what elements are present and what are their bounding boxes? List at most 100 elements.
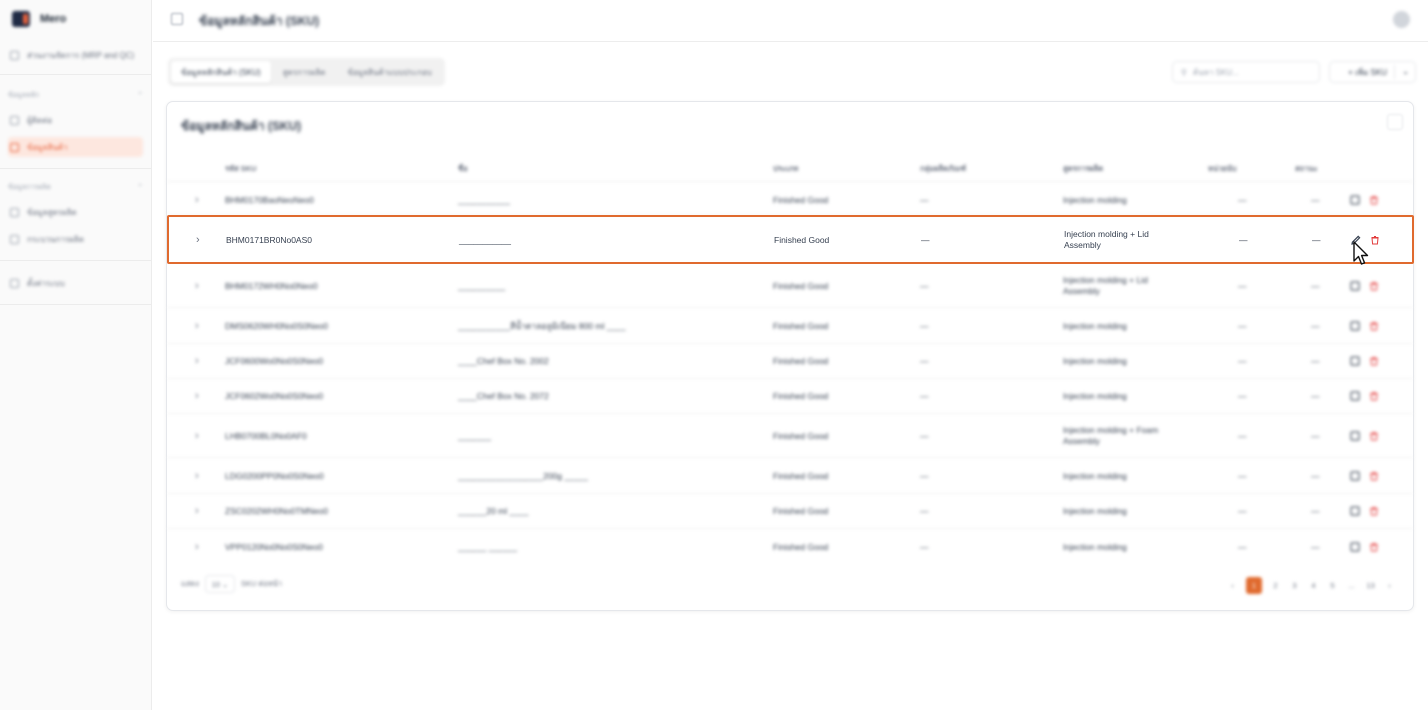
table-row[interactable]: › LDG0200PP0No0S0Neo0 __________________… <box>167 458 1413 494</box>
expand-chevron-icon[interactable]: › <box>195 390 199 402</box>
sku-code: DMS0620WH0No0S0Neo0 <box>225 320 328 331</box>
sku-name: ___________ <box>459 234 512 245</box>
table-row[interactable]: › VPP0120No0No0S0Neo0 ______ ______ Fini… <box>167 529 1413 564</box>
sidebar-toggle-icon[interactable] <box>171 13 183 25</box>
delete-icon[interactable] <box>1370 235 1380 245</box>
expand-icon[interactable] <box>1387 114 1403 130</box>
delete-icon[interactable] <box>1369 471 1379 481</box>
box-icon <box>10 142 19 152</box>
sku-code: JCF0600Wo0No0S0Neo0 <box>225 356 324 366</box>
delete-icon[interactable] <box>1369 195 1379 205</box>
tab-recipes[interactable]: สูตรการผลิต <box>273 61 336 83</box>
sku-formula: Injection molding <box>1063 320 1127 331</box>
edit-icon[interactable] <box>1350 430 1360 441</box>
expand-chevron-icon[interactable]: › <box>195 505 199 517</box>
sidebar-section-master-data[interactable]: ข้อมูลหลัก ⌃ <box>8 88 143 102</box>
sku-formula: Injection molding <box>1063 541 1127 552</box>
edit-icon[interactable] <box>1350 506 1360 516</box>
edit-icon[interactable] <box>1350 356 1360 366</box>
table-row[interactable]: › BHM0172WH0No0Neo0 __________ Finished … <box>167 264 1413 308</box>
sku-group: — <box>920 470 929 481</box>
column-header-type[interactable]: ประเภท <box>773 163 798 175</box>
sku-group: — <box>920 541 929 552</box>
delete-icon[interactable] <box>1369 391 1379 401</box>
add-sku-label: + เพิ่ม SKU <box>1348 67 1387 77</box>
table-row[interactable]: › ZSC0202WH0No0TMNeo0 ______20 ml ____ F… <box>167 494 1413 529</box>
topbar: ข้อมูลหลักสินค้า (SKU) <box>153 0 1428 42</box>
column-header-group[interactable]: กลุ่มผลิตภัณฑ์ <box>920 163 966 175</box>
expand-chevron-icon[interactable]: › <box>195 541 199 553</box>
sidebar-item-recipes[interactable]: ข้อมูลสูตรผลิต <box>8 202 143 222</box>
tab-assembly[interactable]: ข้อมูลสินค้าแบบประกอบ <box>337 61 441 83</box>
sidebar-item-contacts[interactable]: ผู้ติดต่อ <box>8 110 143 130</box>
expand-chevron-icon[interactable]: › <box>195 280 199 292</box>
page-button[interactable]: 5 <box>1327 578 1338 593</box>
page-button[interactable]: 4 <box>1308 578 1319 593</box>
sku-type: Finished Good <box>773 320 829 331</box>
expand-chevron-icon[interactable]: › <box>195 430 199 442</box>
delete-icon[interactable] <box>1369 542 1379 552</box>
expand-chevron-icon[interactable]: › <box>195 194 199 206</box>
app-logo[interactable]: Mero <box>12 11 66 27</box>
next-page-icon[interactable]: › <box>1384 578 1395 593</box>
sidebar-item-settings[interactable]: ตั้งค่าระบบ <box>8 273 143 293</box>
sidebar-item-products[interactable]: ข้อมูลสินค้า <box>8 137 143 157</box>
page-size-select[interactable]: 10 ⌄ <box>204 575 235 593</box>
column-header-name[interactable]: ชื่อ <box>458 163 468 175</box>
search-input[interactable]: ⚲ ค้นหา SKU... <box>1172 61 1320 83</box>
table-row[interactable]: › DMS0620WH0No0S0Neo0 ___________สีน้ำตา… <box>167 308 1413 344</box>
add-sku-button[interactable]: + เพิ่ม SKU ⌄ <box>1329 61 1416 83</box>
sku-type: Finished Good <box>774 234 830 245</box>
page-button[interactable]: 2 <box>1270 578 1281 593</box>
sidebar-item-label: ข้อมูลสินค้า <box>27 142 68 152</box>
tab-sku[interactable]: ข้อมูลหลักสินค้า (SKU) <box>171 61 271 83</box>
sidebar-section-production[interactable]: ข้อมูลการผลิต ⌃ <box>8 180 143 194</box>
table-row[interactable]: › LHB0700BL0No0AF0 _______ Finished Good… <box>167 414 1413 458</box>
delete-icon[interactable] <box>1369 506 1379 516</box>
expand-chevron-icon[interactable]: › <box>195 320 199 332</box>
sku-code: BHM0170BaoNeoNeo0 <box>225 194 314 205</box>
sku-name: ___________ <box>458 194 511 205</box>
table-row-selected[interactable]: › BHM0171BR0No0AS0 ___________ Finished … <box>167 215 1414 264</box>
chevron-down-icon[interactable]: ⌄ <box>1402 67 1409 76</box>
sku-type: Finished Good <box>773 506 829 516</box>
sku-code: BHM0172WH0No0Neo0 <box>225 280 318 291</box>
edit-icon[interactable] <box>1350 470 1360 481</box>
page-button[interactable]: 3 <box>1289 578 1300 593</box>
sidebar-item-overview[interactable]: ส่วนงานจัดการ (MRP and QC) <box>8 45 143 65</box>
sidebar-item-label: ข้อมูลสูตรผลิต <box>27 207 77 217</box>
delete-icon[interactable] <box>1369 431 1379 441</box>
sku-type: Finished Good <box>773 194 829 205</box>
edit-icon[interactable] <box>1350 391 1360 401</box>
expand-chevron-icon[interactable]: › <box>196 234 200 246</box>
page-ellipsis: ... <box>1348 581 1355 590</box>
sku-type: Finished Good <box>773 541 829 552</box>
page-button-current[interactable]: 1 <box>1246 577 1262 594</box>
table-row[interactable]: › BHM0170BaoNeoNeo0 ___________ Finished… <box>167 185 1413 215</box>
edit-icon[interactable] <box>1350 541 1360 552</box>
column-header-code[interactable]: รหัส SKU <box>225 163 256 175</box>
expand-chevron-icon[interactable]: › <box>195 355 199 367</box>
sidebar: Mero ส่วนงานจัดการ (MRP and QC) ข้อมูลหล… <box>0 0 152 710</box>
sku-unit: — <box>1238 506 1247 516</box>
edit-icon[interactable] <box>1350 194 1360 205</box>
delete-icon[interactable] <box>1369 281 1379 291</box>
page-button[interactable]: 13 <box>1365 578 1376 593</box>
delete-icon[interactable] <box>1369 321 1379 331</box>
table-row[interactable]: › JCF0602Wo0No0S0Neo0 ____Chef Box No. 2… <box>167 379 1413 414</box>
sku-name: ____Chef Box No. 2072 <box>458 391 549 401</box>
avatar[interactable] <box>1393 11 1410 28</box>
sidebar-item-processes[interactable]: กระบวนการผลิต <box>8 229 143 249</box>
edit-icon[interactable] <box>1350 320 1360 331</box>
prev-page-icon[interactable]: ‹ <box>1227 578 1238 593</box>
sku-status: — <box>1311 280 1320 291</box>
delete-icon[interactable] <box>1369 356 1379 366</box>
sku-unit: — <box>1238 391 1247 401</box>
column-header-formula[interactable]: สูตรการผลิต <box>1063 163 1103 175</box>
edit-icon[interactable] <box>1350 280 1360 291</box>
column-header-status[interactable]: สถานะ <box>1295 163 1318 175</box>
table-row[interactable]: › JCF0600Wo0No0S0Neo0 ____Chef Box No. 2… <box>167 344 1413 379</box>
column-header-unit[interactable]: หน่วยนับ <box>1208 163 1237 175</box>
expand-chevron-icon[interactable]: › <box>195 470 199 482</box>
sidebar-item-label: กระบวนการผลิต <box>27 234 84 244</box>
